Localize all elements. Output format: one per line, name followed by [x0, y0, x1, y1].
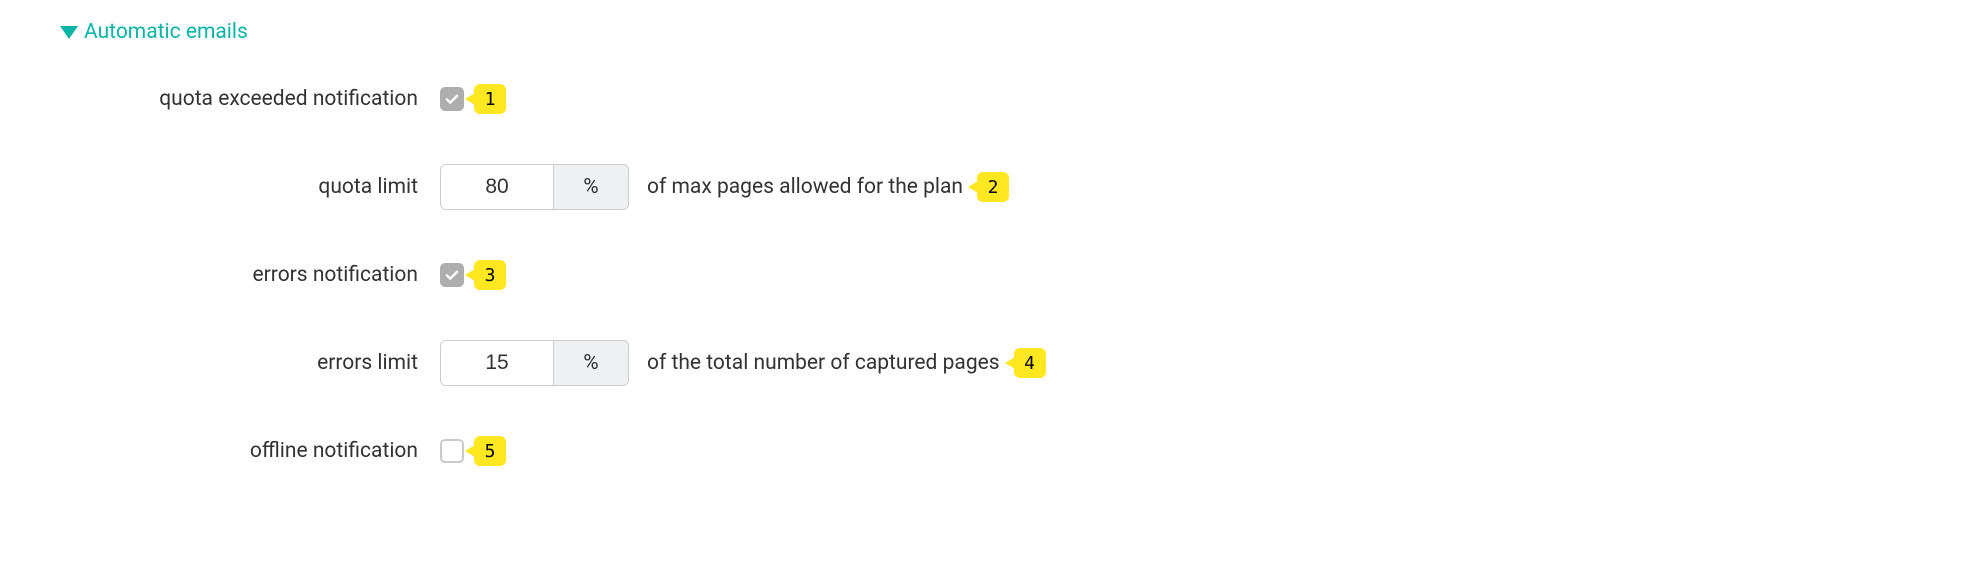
- check-icon: [444, 267, 460, 283]
- checkbox-quota-exceeded[interactable]: [440, 87, 464, 111]
- row-errors-limit: errors limit % of the total number of ca…: [60, 340, 1910, 386]
- annotation-badge-3: 3: [474, 260, 506, 290]
- caret-down-icon: [60, 26, 78, 39]
- label-errors-limit: errors limit: [60, 351, 440, 375]
- annotation-badge-1: 1: [474, 84, 506, 114]
- desc-errors-limit: of the total number of captured pages: [647, 351, 1000, 375]
- annotation-badge-5: 5: [474, 436, 506, 466]
- desc-quota-limit: of max pages allowed for the plan: [647, 175, 963, 199]
- unit-percent: %: [553, 165, 628, 209]
- label-offline-notification: offline notification: [60, 439, 440, 463]
- annotation-badge-4: 4: [1014, 348, 1046, 378]
- checkbox-offline-notification[interactable]: [440, 439, 464, 463]
- section-header-automatic-emails[interactable]: Automatic emails: [60, 20, 1910, 44]
- annotation-badge-2: 2: [977, 172, 1009, 202]
- check-icon: [444, 91, 460, 107]
- input-group-errors-limit: %: [440, 340, 629, 386]
- input-group-quota-limit: %: [440, 164, 629, 210]
- label-quota-exceeded: quota exceeded notification: [60, 87, 440, 111]
- input-errors-limit[interactable]: [441, 341, 553, 385]
- row-quota-limit: quota limit % of max pages allowed for t…: [60, 164, 1910, 210]
- label-quota-limit: quota limit: [60, 175, 440, 199]
- input-quota-limit[interactable]: [441, 165, 553, 209]
- checkbox-errors-notification[interactable]: [440, 263, 464, 287]
- form-rows: quota exceeded notification 1 quota limi…: [60, 84, 1910, 466]
- label-errors-notification: errors notification: [60, 263, 440, 287]
- row-quota-exceeded: quota exceeded notification 1: [60, 84, 1910, 114]
- row-errors-notification: errors notification 3: [60, 260, 1910, 290]
- unit-percent: %: [553, 341, 628, 385]
- section-title: Automatic emails: [84, 20, 248, 44]
- row-offline-notification: offline notification 5: [60, 436, 1910, 466]
